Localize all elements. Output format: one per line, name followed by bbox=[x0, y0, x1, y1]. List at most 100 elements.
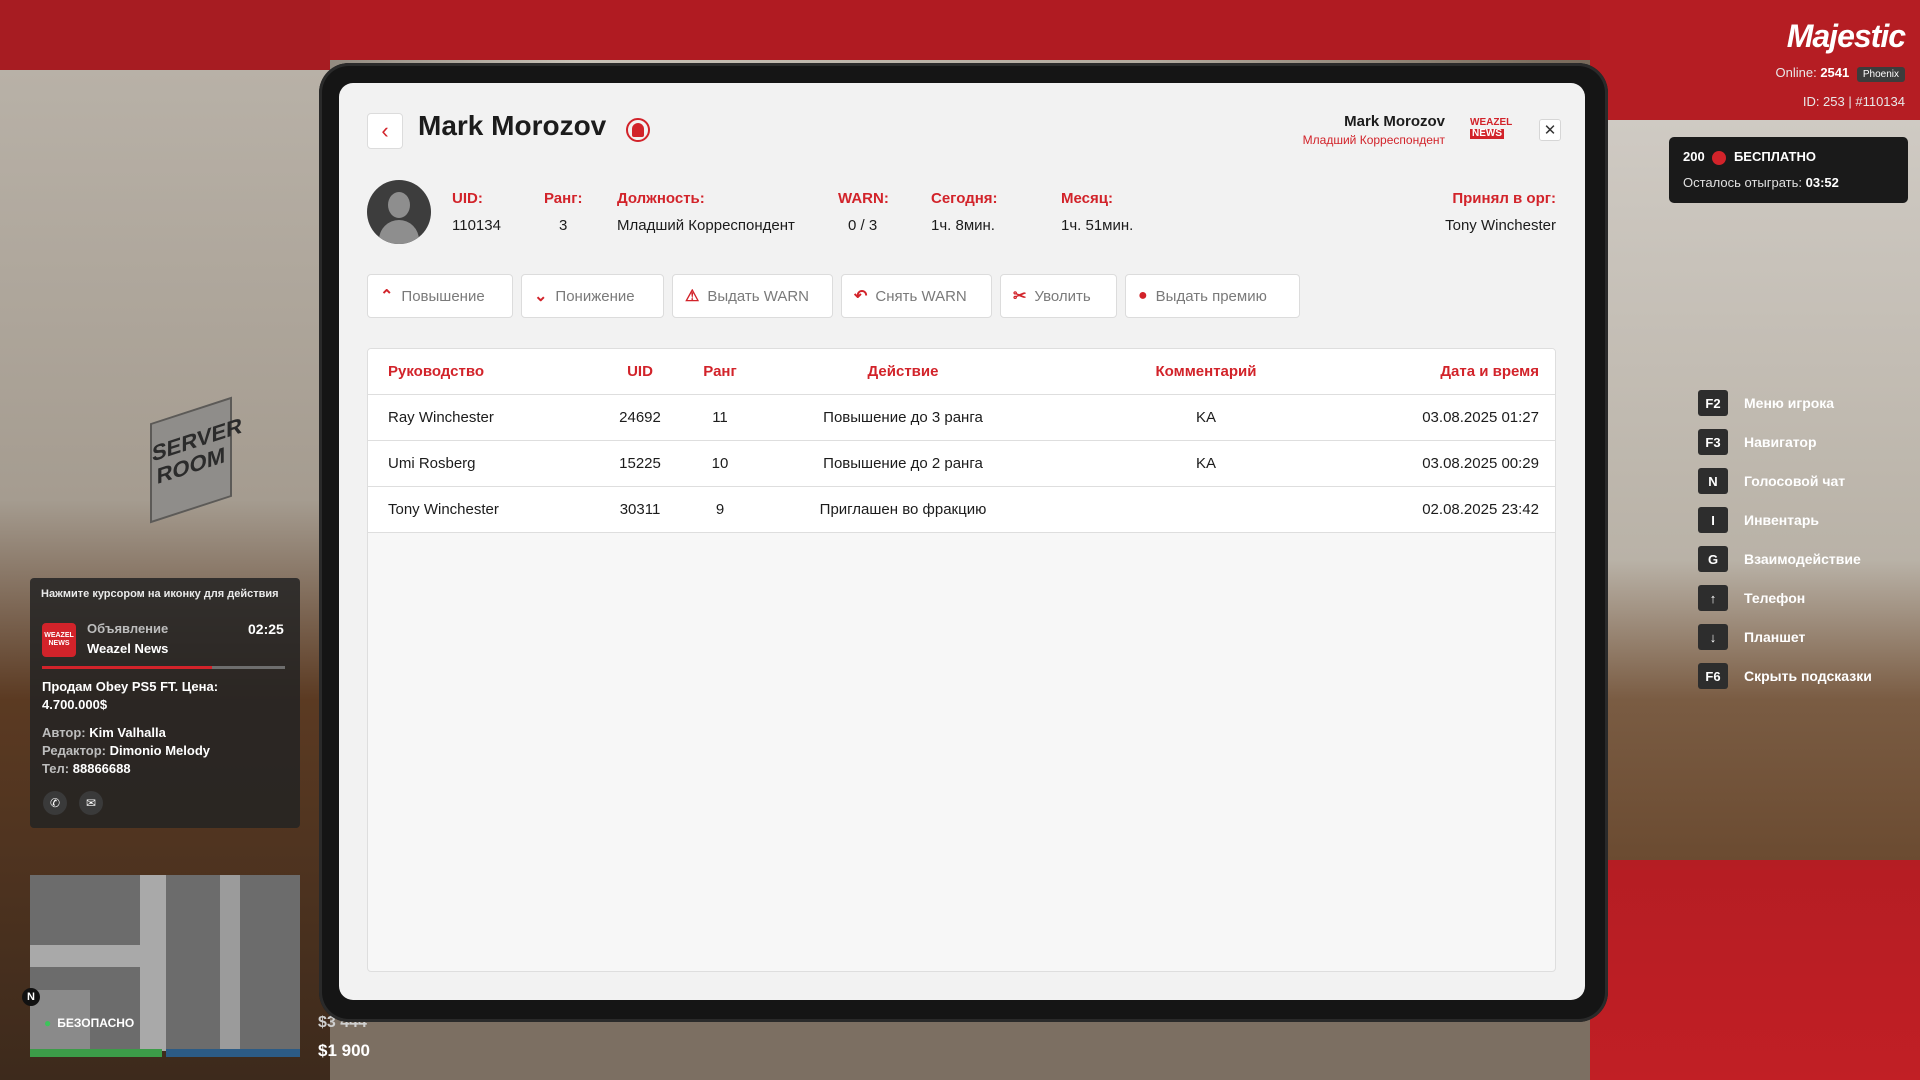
stat-label: Ранг: bbox=[544, 190, 583, 207]
cell-comment bbox=[1126, 487, 1286, 533]
author-label: Автор: bbox=[42, 725, 86, 740]
stat-month: Месяц: 1ч. 51мин. bbox=[1061, 190, 1133, 234]
back-button[interactable]: ‹ bbox=[367, 113, 403, 149]
history-table: Руководство UID Ранг Действие Комментари… bbox=[367, 348, 1556, 972]
author-name: Kim Valhalla bbox=[89, 725, 166, 740]
hint-label: Навигатор bbox=[1744, 434, 1817, 450]
table-row[interactable]: Umi Rosberg 15225 10 Повышение до 2 ранг… bbox=[368, 441, 1555, 487]
remove-warn-button[interactable]: ↶ Снять WARN bbox=[841, 274, 992, 318]
hint-player-menu: F2 Меню игрока bbox=[1698, 388, 1834, 418]
page-title: Mark Morozov bbox=[418, 110, 607, 141]
close-button[interactable]: ✕ bbox=[1539, 119, 1561, 141]
give-warn-button[interactable]: ⚠ Выдать WARN bbox=[672, 274, 833, 318]
cell-uid: 24692 bbox=[619, 409, 661, 426]
phone-label: Тел: bbox=[42, 761, 70, 776]
stat-value: 3 bbox=[559, 217, 568, 234]
stat-label: Месяц: bbox=[1061, 190, 1113, 207]
column-header: Комментарий bbox=[1155, 363, 1257, 380]
table-row[interactable]: Ray Winchester 24692 11 Повышение до 3 р… bbox=[368, 395, 1555, 441]
stat-warn: WARN: 0 / 3 bbox=[838, 190, 889, 234]
cell-rank: 11 bbox=[712, 409, 728, 426]
hint-label: Скрыть подсказки bbox=[1744, 668, 1872, 684]
message-icon[interactable]: ✉ bbox=[79, 791, 103, 815]
stat-today: Сегодня: 1ч. 8мин. bbox=[931, 190, 998, 234]
chevron-up-icon: ⌃ bbox=[380, 288, 394, 305]
header-user: Mark Morozov Младший Корреспондент bbox=[1303, 113, 1445, 147]
column-header: Ранг bbox=[703, 363, 737, 380]
cell-manager: Tony Winchester bbox=[388, 501, 499, 518]
hint-label: Инвентарь bbox=[1744, 512, 1819, 528]
coin-icon: ● bbox=[1138, 287, 1148, 304]
cell-action: Повышение до 3 ранга bbox=[823, 409, 983, 426]
fire-button[interactable]: ✂ Уволить bbox=[1000, 274, 1117, 318]
shield-icon: ● bbox=[44, 1016, 52, 1030]
table-row[interactable]: Tony Winchester 30311 9 Приглашен во фра… bbox=[368, 487, 1555, 533]
stat-label: WARN: bbox=[838, 190, 889, 207]
zone-status-label: БЕЗОПАСНО bbox=[57, 1016, 135, 1030]
column-header: Дата и время bbox=[1440, 363, 1539, 380]
notification-hint: Нажмите курсором на иконку для действия bbox=[41, 588, 279, 600]
stat-value: Младший Корреспондент bbox=[617, 217, 795, 234]
stat-value: 1ч. 51мин. bbox=[1061, 217, 1134, 234]
online-label: Online: bbox=[1775, 65, 1817, 80]
give-bonus-button[interactable]: ● Выдать премию bbox=[1125, 274, 1300, 318]
stat-label: Сегодня: bbox=[931, 190, 998, 207]
hint-key: F2 bbox=[1698, 390, 1728, 416]
hint-phone: ↑ Телефон bbox=[1698, 583, 1805, 613]
action-label: Уволить bbox=[1034, 287, 1091, 305]
compass-north: N bbox=[22, 988, 40, 1006]
table-header: Руководство UID Ранг Действие Комментари… bbox=[368, 349, 1555, 395]
stat-value: Tony Winchester bbox=[1445, 217, 1556, 234]
notification-phone: Тел: 88866688 bbox=[42, 761, 131, 776]
stat-value: 110134 bbox=[452, 217, 501, 234]
bonus-remaining-time: 03:52 bbox=[1805, 174, 1839, 190]
phone-number: 88866688 bbox=[72, 761, 131, 776]
demote-button[interactable]: ⌄ Понижение bbox=[521, 274, 664, 318]
action-label: Выдать WARN bbox=[707, 287, 810, 305]
stat-accepted-by: Принял в орг: Tony Winchester bbox=[1445, 190, 1556, 234]
hint-label: Планшет bbox=[1744, 629, 1806, 645]
bonus-amount: 200 bbox=[1683, 149, 1705, 164]
cell-comment: KA bbox=[1195, 455, 1216, 472]
health-bar bbox=[30, 1049, 162, 1057]
hint-inventory: I Инвентарь bbox=[1698, 505, 1819, 535]
action-label: Повышение bbox=[401, 287, 485, 305]
editor-label: Редактор: bbox=[42, 743, 106, 758]
hint-key: ↑ bbox=[1698, 585, 1728, 611]
stat-label: Должность: bbox=[617, 190, 705, 207]
user-profile-icon bbox=[626, 118, 650, 142]
health-armor-bars bbox=[30, 1049, 300, 1057]
zone-status: ● БЕЗОПАСНО bbox=[44, 1016, 134, 1030]
hint-key: ↓ bbox=[1698, 624, 1728, 650]
action-label: Понижение bbox=[555, 287, 635, 305]
stat-value: 1ч. 8мин. bbox=[931, 217, 995, 234]
stat-label: UID: bbox=[452, 190, 483, 207]
weazel-news-logo-icon: WEAZEL NEWS bbox=[42, 623, 76, 657]
player-id: ID: 253 | #110134 bbox=[1802, 94, 1905, 109]
hint-navigator: F3 Навигатор bbox=[1698, 427, 1817, 457]
server-badge: Phoenix bbox=[1856, 67, 1905, 82]
cell-datetime: 03.08.2025 01:27 bbox=[1422, 409, 1539, 426]
hint-label: Телефон bbox=[1744, 590, 1806, 606]
column-header: Действие bbox=[867, 363, 939, 380]
cell-comment: KA bbox=[1195, 409, 1216, 426]
cell-manager: Ray Winchester bbox=[388, 409, 494, 426]
stat-label: Принял в орг: bbox=[1452, 190, 1556, 207]
brand-line1: WEAZEL bbox=[1470, 117, 1513, 128]
header-user-name: Mark Morozov bbox=[1344, 113, 1445, 130]
online-count: 2541 bbox=[1820, 65, 1850, 80]
stat-uid: UID: 110134 bbox=[452, 190, 501, 234]
wallet-balance: $1 900 bbox=[318, 1041, 370, 1060]
column-header: Руководство bbox=[388, 363, 485, 380]
warning-icon: ⚠ bbox=[685, 288, 700, 305]
bonus-panel: 200 БЕСПЛАТНО Осталось отыграть: 03:52 bbox=[1669, 137, 1908, 203]
cell-rank: 9 bbox=[715, 501, 725, 518]
promote-button[interactable]: ⌃ Повышение bbox=[367, 274, 513, 318]
action-label: Снять WARN bbox=[875, 287, 967, 305]
notification-source: Weazel News bbox=[87, 641, 169, 656]
cell-datetime: 02.08.2025 23:42 bbox=[1422, 501, 1539, 518]
cell-action: Повышение до 2 ранга bbox=[823, 455, 983, 472]
notification-text: Продам Obey PS5 FT. Цена: 4.700.000$ bbox=[42, 679, 219, 712]
cell-uid: 15225 bbox=[619, 455, 661, 472]
call-icon[interactable]: ✆ bbox=[43, 791, 67, 815]
